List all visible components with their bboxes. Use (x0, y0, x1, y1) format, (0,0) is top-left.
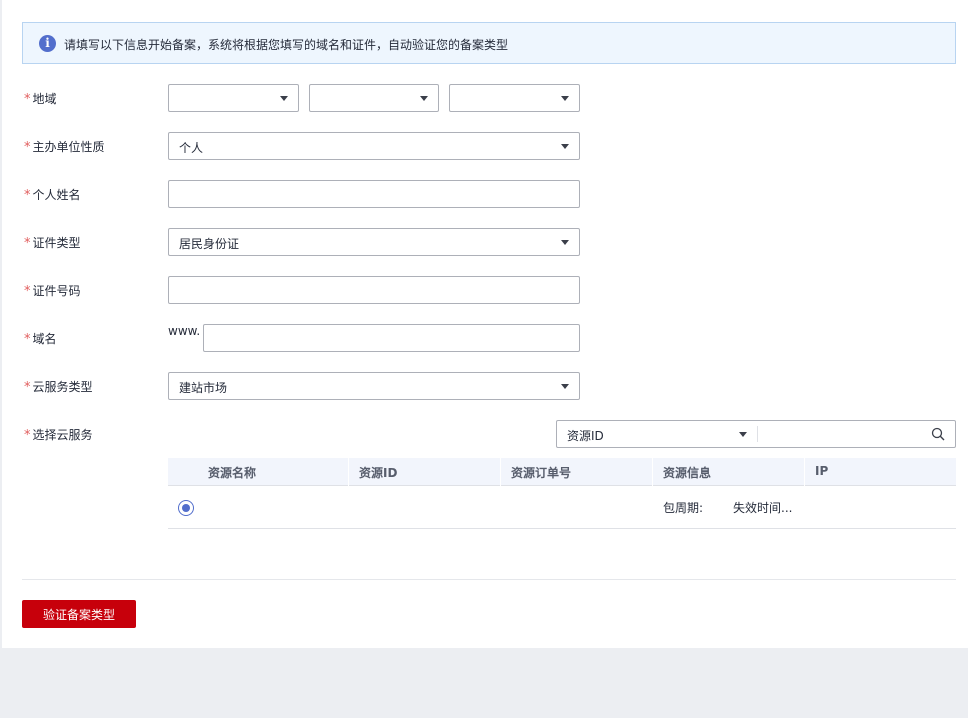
required-star: * (24, 236, 31, 251)
verify-filing-type-button[interactable]: 验证备案类型 (22, 600, 136, 628)
required-star: * (24, 284, 31, 299)
chevron-down-icon (280, 96, 288, 101)
organizer-type-label: * 主办单位性质 (24, 140, 105, 155)
domain-label: * 域名 (24, 332, 57, 347)
chevron-down-icon (561, 240, 569, 245)
id-type-select[interactable]: 居民身份证 (168, 228, 580, 256)
column-header-name: 资源名称 (208, 466, 257, 480)
redacted-region-value (170, 85, 220, 109)
column-divider (652, 458, 653, 486)
id-number-label: * 证件号码 (24, 284, 81, 299)
column-header-ip: IP (815, 464, 829, 478)
personal-name-label: * 个人姓名 (24, 188, 81, 203)
resource-table-header: 资源名称 资源ID 资源订单号 资源信息 IP (168, 458, 956, 486)
footer-divider (22, 579, 956, 580)
required-star: * (24, 92, 31, 107)
column-divider (804, 458, 805, 486)
chevron-down-icon (561, 96, 569, 101)
column-header-info: 资源信息 (663, 466, 712, 480)
chevron-down-icon (561, 384, 569, 389)
personal-name-input[interactable] (168, 180, 580, 208)
cloud-service-type-label: * 云服务类型 (24, 380, 93, 395)
required-star: * (24, 188, 31, 203)
chevron-down-icon (561, 144, 569, 149)
column-divider (348, 458, 349, 486)
billing-mode-text: 包周期: (663, 501, 704, 515)
table-row[interactable]: 包周期: 失效时间... (168, 486, 956, 529)
chevron-down-icon (420, 96, 428, 101)
id-type-label: * 证件类型 (24, 236, 81, 251)
region-district-select[interactable] (449, 84, 580, 112)
region-city-select[interactable] (309, 84, 439, 112)
column-header-order: 资源订单号 (511, 466, 572, 480)
cloud-service-type-select[interactable]: 建站市场 (168, 372, 580, 400)
chevron-down-icon[interactable] (739, 432, 747, 437)
required-star: * (24, 428, 31, 443)
expire-time-text: 失效时间... (733, 501, 793, 515)
row-select-radio[interactable] (178, 500, 194, 516)
required-star: * (24, 380, 31, 395)
id-number-input[interactable] (168, 276, 580, 304)
info-notice: i 请填写以下信息开始备案，系统将根据您填写的域名和证件，自动验证您的备案类型 (22, 22, 956, 64)
domain-input[interactable] (203, 324, 580, 352)
organizer-type-value: 个人 (179, 141, 204, 155)
resource-filter-field-select[interactable]: 资源ID (567, 427, 604, 444)
select-cloud-service-label: * 选择云服务 (24, 428, 93, 443)
domain-prefix: www. (168, 324, 201, 338)
required-star: * (24, 140, 31, 155)
resource-search-box: 资源ID (556, 420, 956, 448)
id-type-value: 居民身份证 (179, 237, 240, 251)
info-icon: i (39, 35, 56, 52)
notice-text: 请填写以下信息开始备案，系统将根据您填写的域名和证件，自动验证您的备案类型 (64, 38, 509, 52)
organizer-type-select[interactable]: 个人 (168, 132, 580, 160)
filter-divider (757, 426, 758, 442)
cloud-service-type-value: 建站市场 (179, 381, 228, 395)
column-divider (500, 458, 501, 486)
region-label: * 地域 (24, 92, 57, 107)
column-header-id: 资源ID (359, 466, 398, 480)
required-star: * (24, 332, 31, 347)
search-icon[interactable] (931, 427, 945, 441)
